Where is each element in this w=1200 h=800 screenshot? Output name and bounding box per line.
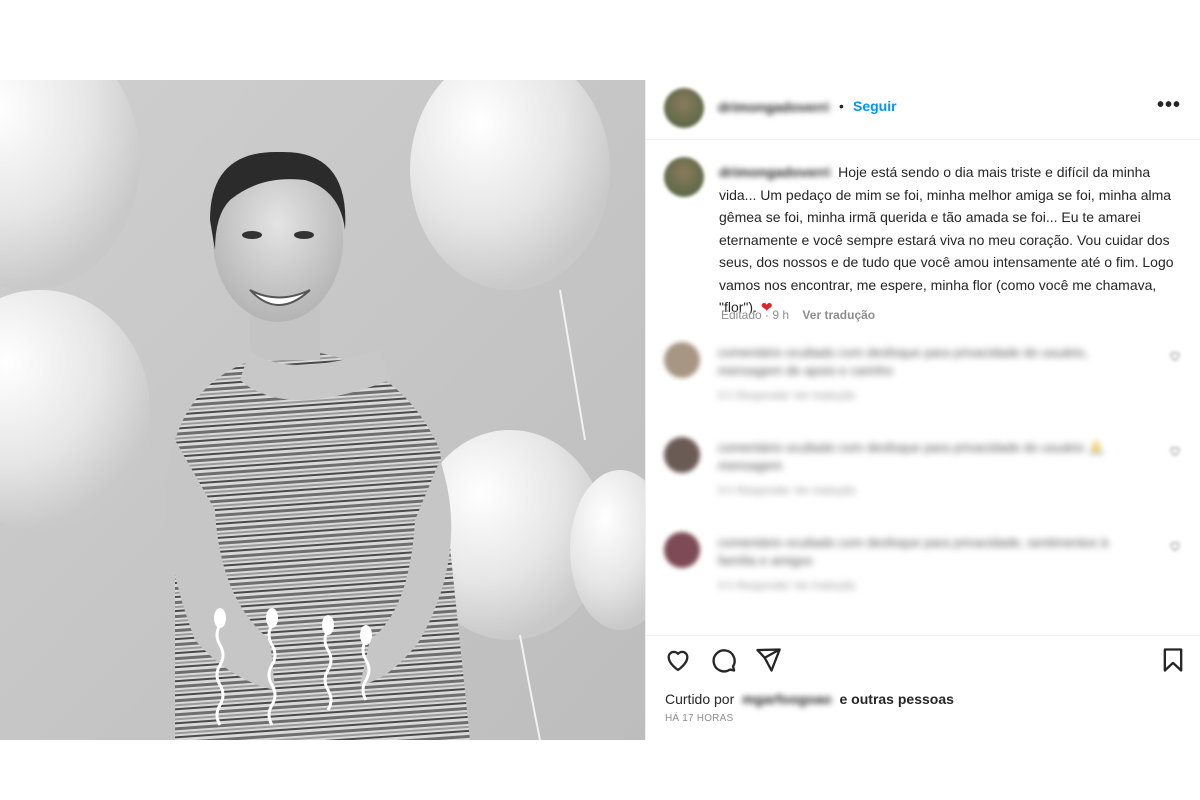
caption-avatar[interactable]	[664, 157, 704, 197]
post-timestamp[interactable]: HÁ 17 HORAS	[665, 713, 733, 724]
comment-text: comentário ocultado com desfoque para pr…	[718, 535, 1109, 568]
likes-others-link[interactable]: e outras pessoas	[840, 691, 954, 707]
comment-text: comentário ocultado com desfoque para pr…	[718, 345, 1089, 378]
comment-bubble-icon[interactable]	[709, 646, 737, 674]
header-separator: •	[839, 98, 844, 114]
comment-like-heart-icon[interactable]	[1169, 445, 1181, 460]
caption-username[interactable]: drimongadoverri	[719, 161, 830, 184]
follow-button[interactable]: Seguir	[853, 98, 897, 114]
caption-text: Hoje está sendo o dia mais triste e difí…	[719, 164, 1174, 315]
bookmark-icon[interactable]	[1159, 646, 1187, 674]
more-options-icon[interactable]: •••	[1157, 94, 1181, 117]
post-actions-bar	[646, 635, 1200, 679]
likes-prefix: Curtido por	[665, 691, 735, 707]
post-side-panel: drimongadoverri • Seguir ••• drimongadov…	[645, 80, 1200, 740]
edited-label: Editado	[721, 308, 762, 322]
author-username[interactable]: drimongadoverri	[718, 99, 829, 115]
caption-meta: Editado · 9 h Ver tradução	[721, 308, 875, 322]
instagram-post: drimongadoverri • Seguir ••• drimongadov…	[0, 80, 1200, 740]
comment-meta[interactable]: 9 h Responder Ver tradução	[718, 485, 856, 497]
comment-like-heart-icon[interactable]	[1169, 350, 1181, 365]
commenter-avatar[interactable]	[664, 342, 700, 378]
post-caption: drimongadoverri Hoje está sendo o dia ma…	[719, 161, 1189, 319]
comment-meta[interactable]: 9 h Responder Ver tradução	[718, 390, 856, 402]
likes-summary: Curtido por mgarfoogoao e outras pessoas	[665, 691, 954, 707]
comment-like-heart-icon[interactable]	[1169, 540, 1181, 555]
heart-outline-icon[interactable]	[664, 646, 692, 674]
comment-item: comentário ocultado com desfoque para pr…	[646, 342, 1200, 422]
comment-text: comentário ocultado com desfoque para pr…	[718, 440, 1105, 473]
paper-plane-icon[interactable]	[754, 646, 782, 674]
caption-time[interactable]: 9 h	[772, 308, 789, 322]
translate-link[interactable]: Ver tradução	[802, 308, 875, 322]
author-avatar[interactable]	[664, 88, 704, 128]
post-photo[interactable]	[0, 80, 645, 740]
post-header: drimongadoverri • Seguir •••	[646, 80, 1200, 140]
comment-item: comentário ocultado com desfoque para pr…	[646, 437, 1200, 517]
commenter-avatar[interactable]	[664, 437, 700, 473]
commenter-avatar[interactable]	[664, 532, 700, 568]
comment-meta[interactable]: 9 h Responder Ver tradução	[718, 580, 856, 592]
comment-item: comentário ocultado com desfoque para pr…	[646, 532, 1200, 612]
likes-user[interactable]: mgarfoogoao	[742, 691, 831, 707]
